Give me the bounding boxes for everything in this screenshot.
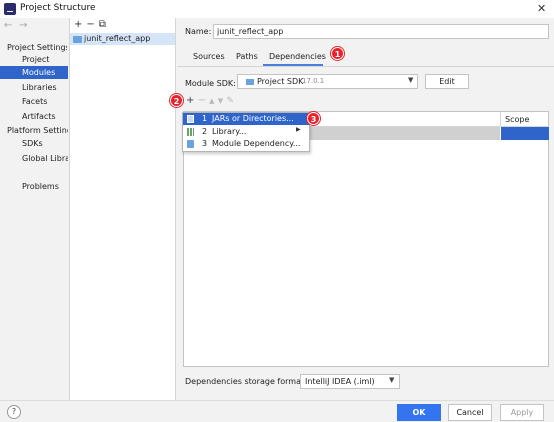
table-row-scope-cell[interactable] <box>501 127 549 140</box>
annotation-badge-2: 2 <box>170 94 183 107</box>
table-row[interactable] <box>310 127 500 140</box>
apply-button[interactable]: Apply <box>500 404 544 421</box>
edit-sdk-button[interactable]: Edit <box>425 74 469 89</box>
sidebar-item-modules[interactable]: Modules <box>0 66 68 79</box>
table-column-separator <box>500 112 501 126</box>
move-up-icon[interactable]: ▲ <box>209 97 214 105</box>
module-sdk-label: Module SDK: <box>185 79 236 88</box>
back-arrow-icon[interactable]: ← <box>4 20 12 31</box>
forward-arrow-icon[interactable]: → <box>19 20 27 31</box>
module-icon <box>187 140 194 148</box>
menu-item-module-dependency[interactable]: 3 Module Dependency... <box>183 138 309 150</box>
sidebar-item-facets[interactable]: Facets <box>22 95 67 108</box>
sdk-selected-value: Project SDK <box>257 77 304 86</box>
window-title: Project Structure <box>20 3 96 13</box>
sidebar-header-platform-settings: Platform Settings <box>7 126 68 135</box>
library-icon <box>187 128 194 136</box>
menu-item-label: Library... <box>212 127 247 136</box>
submenu-arrow-icon: ▶ <box>296 126 301 133</box>
module-item-label: junit_reflect_app <box>84 34 151 43</box>
sidebar-item-libraries[interactable]: Libraries <box>22 81 67 94</box>
menu-item-label: JARs or Directories... <box>212 114 294 123</box>
tab-dependencies[interactable]: Dependencies <box>269 52 326 61</box>
menu-item-number: 3 <box>202 139 208 148</box>
modules-list-panel <box>69 18 176 400</box>
remove-module-icon[interactable]: − <box>86 19 98 30</box>
tab-paths[interactable]: Paths <box>236 52 258 61</box>
sidebar-item-artifacts[interactable]: Artifacts <box>22 110 67 123</box>
module-name-field[interactable] <box>213 24 549 39</box>
annotation-badge-3: 3 <box>307 112 320 125</box>
close-icon[interactable]: ✕ <box>537 2 546 15</box>
sidebar-item-sdks[interactable]: SDKs <box>22 137 67 150</box>
sidebar-item-problems[interactable]: Problems <box>22 180 67 193</box>
copy-module-icon[interactable]: ⧉ <box>99 19 110 30</box>
menu-item-number: 2 <box>202 127 208 136</box>
move-down-icon[interactable]: ▼ <box>218 97 223 105</box>
chevron-down-icon[interactable]: ▼ <box>389 376 394 384</box>
remove-dependency-icon[interactable]: − <box>198 95 206 106</box>
chevron-down-icon[interactable]: ▼ <box>408 76 413 84</box>
sdk-version: 17.0.1 <box>302 77 325 85</box>
scope-column-header[interactable]: Scope <box>505 115 529 124</box>
menu-item-label: Module Dependency... <box>212 139 301 148</box>
name-label: Name: <box>185 27 212 36</box>
storage-format-label: Dependencies storage format: <box>185 377 307 386</box>
modules-toolbar: +−⧉ <box>74 19 110 30</box>
module-folder-icon <box>73 36 82 43</box>
edit-dependency-icon[interactable]: ✎ <box>226 96 234 106</box>
add-module-icon[interactable]: + <box>74 19 86 30</box>
dependencies-toolbar: + − ▲ ▼ ✎ <box>186 95 234 106</box>
sdk-folder-icon <box>246 79 254 85</box>
sidebar-item-project[interactable]: Project <box>22 53 67 66</box>
ok-button[interactable]: OK <box>397 404 441 421</box>
storage-format-value: IntelliJ IDEA (.iml) <box>305 377 375 386</box>
tab-sources[interactable]: Sources <box>193 52 225 61</box>
add-dependency-icon[interactable]: + <box>186 95 194 106</box>
jar-icon <box>187 115 194 123</box>
annotation-badge-1: 1 <box>331 47 344 60</box>
tab-divider <box>177 66 554 67</box>
menu-item-library[interactable]: 2 Library... <box>183 126 309 138</box>
menu-item-jars-or-directories[interactable]: 1 JARs or Directories... <box>183 113 309 125</box>
sidebar-item-global-libraries[interactable]: Global Libraries <box>22 152 68 165</box>
menu-item-number: 1 <box>202 114 208 123</box>
cancel-button[interactable]: Cancel <box>448 404 492 421</box>
intellij-app-icon <box>4 3 16 15</box>
help-button[interactable]: ? <box>7 405 21 419</box>
